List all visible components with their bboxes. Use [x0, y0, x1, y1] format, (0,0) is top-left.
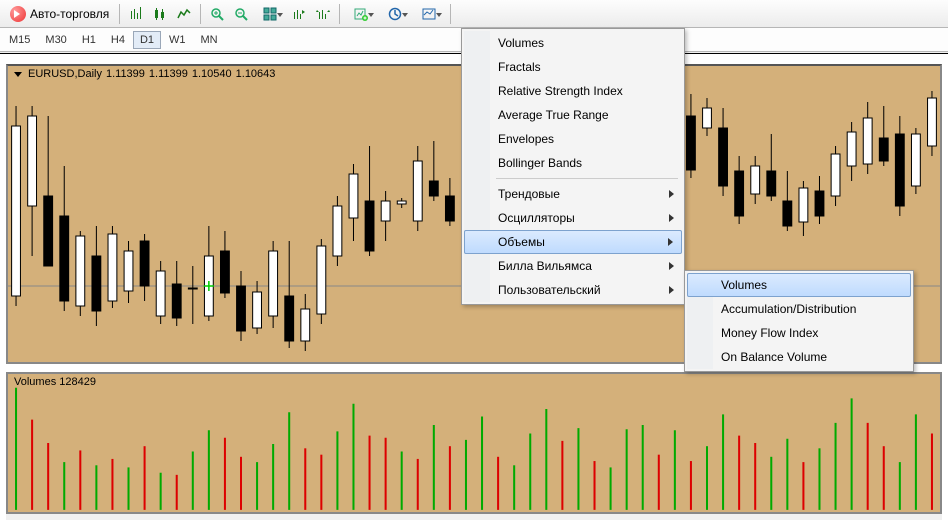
timeframe-h4[interactable]: H4	[104, 31, 132, 49]
zoom-in-button[interactable]	[205, 3, 229, 25]
auto-trade-button[interactable]: Авто-торговля	[4, 4, 115, 24]
volume-chart-canvas[interactable]	[8, 374, 940, 512]
menu-item[interactable]: Accumulation/Distribution	[687, 297, 911, 321]
menu-item[interactable]: Relative Strength Index	[464, 79, 682, 103]
toolbar-separator	[200, 4, 201, 24]
timeframe-h1[interactable]: H1	[75, 31, 103, 49]
periodicity-button[interactable]	[378, 3, 412, 25]
menu-separator	[496, 178, 678, 179]
indicators-button[interactable]	[344, 3, 378, 25]
menu-item[interactable]: Осцилляторы	[464, 206, 682, 230]
toolbar-separator	[450, 4, 451, 24]
shift-chart-button[interactable]	[287, 3, 311, 25]
volumes-submenu[interactable]: VolumesAccumulation/DistributionMoney Fl…	[684, 270, 914, 372]
menu-item[interactable]: Билла Вильямса	[464, 254, 682, 278]
volume-pane[interactable]: Volumes 128429	[6, 372, 942, 514]
autoscroll-button[interactable]	[311, 3, 335, 25]
menu-item[interactable]: Volumes	[464, 31, 682, 55]
menu-item[interactable]: Трендовые	[464, 182, 682, 206]
menu-item[interactable]: Volumes	[687, 273, 911, 297]
indicators-menu[interactable]: VolumesFractalsRelative Strength IndexAv…	[461, 28, 685, 305]
timeframe-m30[interactable]: M30	[38, 31, 73, 49]
menu-item[interactable]: Fractals	[464, 55, 682, 79]
timeframe-m15[interactable]: M15	[2, 31, 37, 49]
tile-windows-button[interactable]	[253, 3, 287, 25]
zoom-out-button[interactable]	[229, 3, 253, 25]
menu-item[interactable]: On Balance Volume	[687, 345, 911, 369]
templates-button[interactable]	[412, 3, 446, 25]
menu-item[interactable]: Envelopes	[464, 127, 682, 151]
menu-item[interactable]: Money Flow Index	[687, 321, 911, 345]
timeframe-w1[interactable]: W1	[162, 31, 193, 49]
candle-chart-button[interactable]	[148, 3, 172, 25]
toolbar-separator	[339, 4, 340, 24]
menu-item[interactable]: Объемы	[464, 230, 682, 254]
main-toolbar: Авто-торговля	[0, 0, 948, 28]
timeframe-d1[interactable]: D1	[133, 31, 161, 49]
auto-trade-label: Авто-торговля	[30, 7, 109, 21]
timeframe-mn[interactable]: MN	[194, 31, 225, 49]
bar-chart-button[interactable]	[124, 3, 148, 25]
menu-item[interactable]: Bollinger Bands	[464, 151, 682, 175]
menu-item[interactable]: Пользовательский	[464, 278, 682, 302]
menu-item[interactable]: Average True Range	[464, 103, 682, 127]
auto-trade-icon	[10, 6, 26, 22]
toolbar-separator	[119, 4, 120, 24]
line-chart-button[interactable]	[172, 3, 196, 25]
